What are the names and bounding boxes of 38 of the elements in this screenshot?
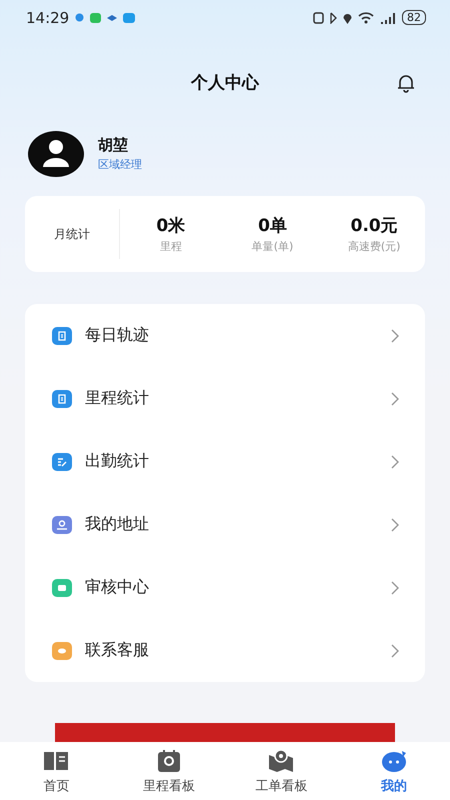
stat-caption: 单量(单) [252, 239, 294, 254]
clipboard-icon [50, 388, 74, 408]
status-time: 14:29 [26, 8, 70, 26]
battery-level: 82 [402, 10, 426, 25]
chat-app-icon [90, 12, 102, 22]
menu-item[interactable]: 联系客服 [25, 619, 425, 682]
stat-value: 0单 [258, 215, 287, 237]
chevron-right-icon [391, 392, 399, 406]
avatar-icon [28, 131, 84, 177]
tab[interactable]: 工单看板 [225, 742, 338, 800]
tab[interactable]: 首页 [0, 742, 112, 800]
location-icon [343, 12, 352, 24]
chevron-right-icon [391, 328, 399, 342]
nfc-icon [313, 12, 324, 24]
menu-item[interactable]: 我的地址 [25, 493, 425, 556]
user-name: 胡堃 [98, 136, 129, 155]
stat-caption: 高速费(元) [348, 239, 400, 254]
tab[interactable]: 我的 [338, 742, 450, 800]
bell-icon[interactable] [396, 73, 416, 93]
tab[interactable]: 里程看板 [112, 742, 225, 800]
stats-label: 月统计 [53, 226, 91, 242]
page-title: 个人中心 [191, 72, 259, 94]
stat-value: 0米 [156, 215, 186, 237]
wifi-icon [358, 12, 374, 24]
signal-icon [380, 12, 396, 24]
menu-item[interactable]: 每日轨迹 [25, 304, 425, 367]
edit-icon [50, 452, 74, 472]
clipboard-icon [50, 326, 74, 346]
chevron-right-icon [391, 580, 399, 594]
stat-caption: 里程 [160, 239, 182, 254]
chevron-right-icon [391, 454, 399, 468]
user-role: 区域经理 [98, 157, 142, 172]
chevron-right-icon [391, 518, 399, 532]
chevron-right-icon [391, 644, 399, 658]
menu-item[interactable]: 出勤统计 [25, 430, 425, 493]
menu-item[interactable]: 里程统计 [25, 367, 425, 430]
menu-item[interactable]: 审核中心 [25, 556, 425, 619]
stat-value: 0.0元 [350, 215, 398, 237]
